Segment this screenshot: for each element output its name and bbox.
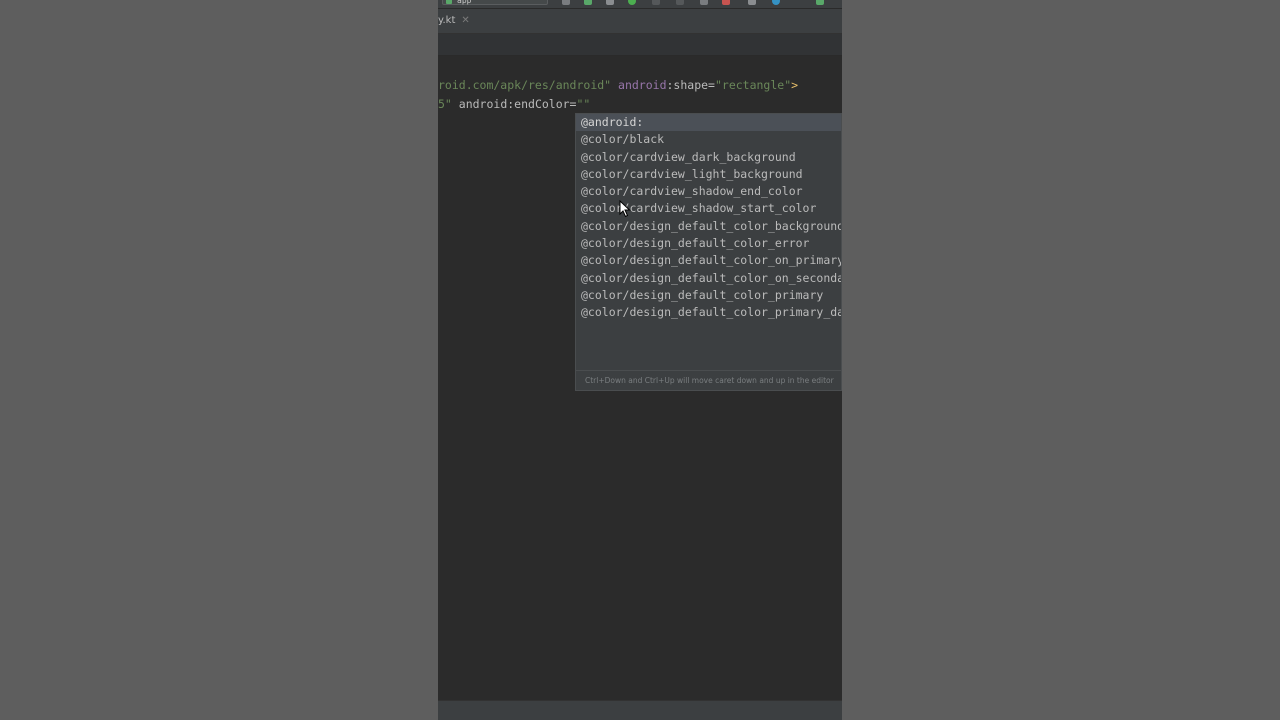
ide-window: app y.kt ✕ roid.com/apk/res/android" and…: [438, 0, 842, 720]
tag-close: >: [791, 78, 799, 92]
main-toolbar: app: [438, 0, 842, 9]
attr-value: "rectangle": [714, 78, 792, 92]
close-icon[interactable]: ✕: [461, 9, 469, 33]
run-config-selector[interactable]: app: [442, 0, 548, 5]
attach-icon[interactable]: [606, 0, 614, 5]
code-line-shape: roid.com/apk/res/android" android:shape=…: [438, 76, 798, 94]
stop-icon[interactable]: [722, 0, 730, 5]
attr-name: :shape=: [666, 78, 715, 92]
autocomplete-item[interactable]: @color/cardview_shadow_start_color: [576, 200, 841, 217]
left-letterbox: [0, 0, 438, 720]
autocomplete-item[interactable]: @color/cardview_shadow_end_color: [576, 183, 841, 200]
editor-tabs: y.kt ✕: [438, 9, 842, 34]
mouse-pointer-icon: [619, 200, 631, 218]
autocomplete-item[interactable]: @color/design_default_color_primary: [576, 287, 841, 304]
device-icon[interactable]: [562, 0, 570, 5]
attr-namespace: android: [618, 78, 667, 92]
namespace-url: roid.com/apk/res/android": [438, 78, 612, 92]
debug-icon[interactable]: [584, 0, 592, 5]
profile-icon[interactable]: [652, 0, 660, 5]
sync-icon[interactable]: [700, 0, 708, 5]
code-editor[interactable]: roid.com/apk/res/android" android:shape=…: [438, 56, 842, 700]
android-icon: [446, 0, 452, 4]
autocomplete-list: @android: @color/black @color/cardview_d…: [576, 114, 841, 370]
avd-manager-icon[interactable]: [772, 0, 780, 5]
prev-value: 5": [438, 97, 452, 111]
status-bar: [438, 700, 842, 720]
right-letterbox: [842, 0, 1280, 720]
autocomplete-item[interactable]: @color/design_default_color_on_secondary: [576, 270, 841, 287]
code-line-endcolor: 5" android:endColor="": [438, 95, 590, 113]
autocomplete-item[interactable]: @color/cardview_light_background: [576, 166, 841, 183]
autocomplete-item[interactable]: @color/black: [576, 131, 841, 148]
tab-label: y.kt: [438, 15, 456, 26]
autocomplete-item[interactable]: @android:: [576, 114, 841, 132]
editor-breadcrumb-bar: [438, 34, 842, 56]
autocomplete-popup: @android: @color/black @color/cardview_d…: [575, 113, 842, 391]
autocomplete-item[interactable]: @color/design_default_color_error: [576, 235, 841, 252]
sdk-manager-icon[interactable]: [748, 0, 756, 5]
autocomplete-item[interactable]: @color/cardview_dark_background: [576, 149, 841, 166]
tab-kotlin-file[interactable]: y.kt ✕: [438, 9, 476, 33]
attr-value-empty: "": [576, 97, 591, 111]
autocomplete-hint: Ctrl+Down and Ctrl+Up will move caret do…: [576, 370, 841, 390]
attr-name: android:endColor=: [451, 97, 577, 111]
apply-changes-icon[interactable]: [676, 0, 684, 5]
git-icon[interactable]: [816, 0, 824, 5]
run-icon[interactable]: [628, 0, 636, 5]
autocomplete-item[interactable]: @color/design_default_color_primary_dark: [576, 304, 841, 321]
autocomplete-item[interactable]: @color/design_default_color_background: [576, 218, 841, 235]
run-config-label: app: [457, 0, 472, 5]
autocomplete-item[interactable]: @color/design_default_color_on_primary: [576, 252, 841, 269]
